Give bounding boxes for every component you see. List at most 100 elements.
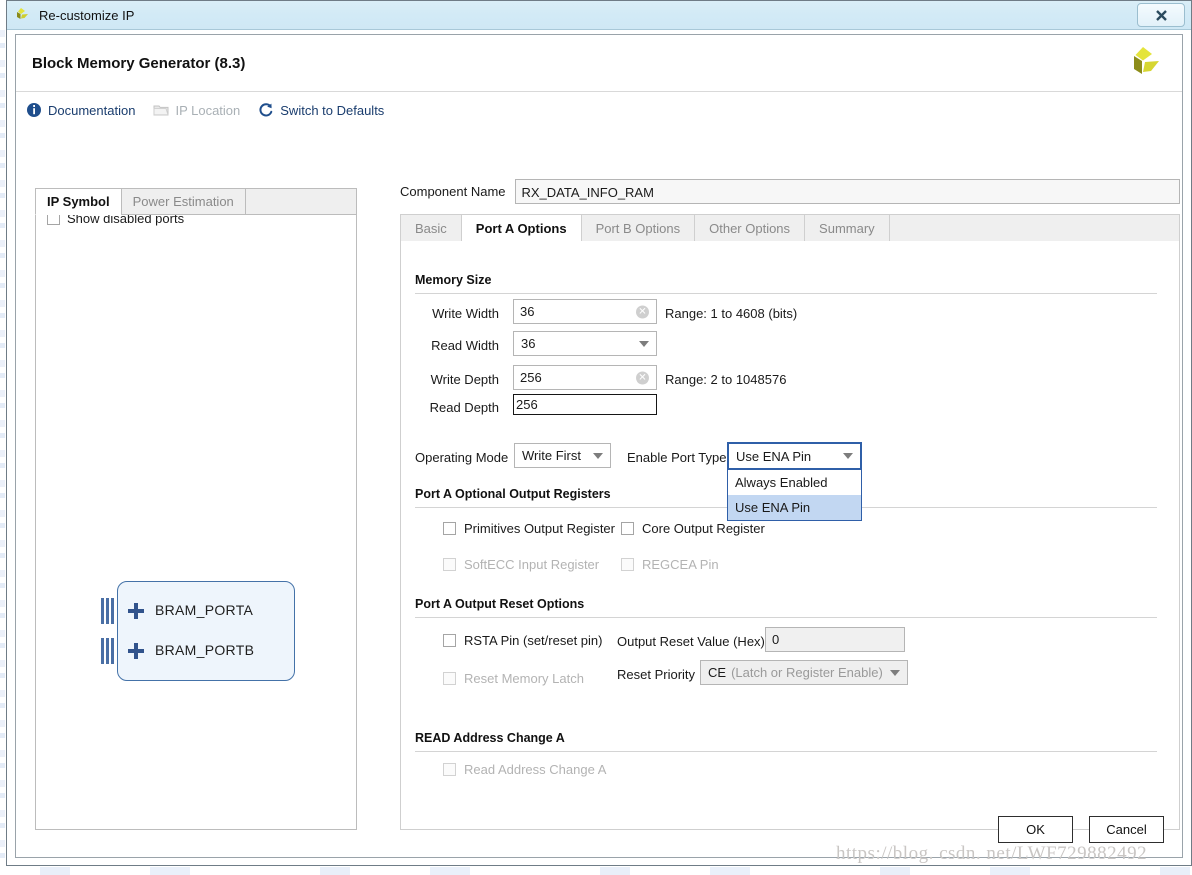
component-name-row: Component Name RX_DATA_INFO_RAM <box>400 179 1180 204</box>
cancel-button[interactable]: Cancel <box>1089 816 1164 843</box>
write-width-label: Write Width <box>432 306 499 321</box>
rsta-pin-checkbox[interactable]: RSTA Pin (set/reset pin) <box>443 633 602 648</box>
output-reset-options-heading: Port A Output Reset Options <box>415 597 585 611</box>
write-depth-value: 256 <box>520 370 542 385</box>
tab-label: Basic <box>415 220 447 236</box>
tab-basic[interactable]: Basic <box>401 215 462 241</box>
switch-to-defaults-button[interactable]: Switch to Defaults <box>258 102 384 118</box>
checkbox-label: Reset Memory Latch <box>464 671 584 686</box>
checkbox-label: RSTA Pin (set/reset pin) <box>464 633 603 648</box>
checkbox-label: Core Output Register <box>642 521 765 536</box>
write-width-value: 36 <box>520 304 535 319</box>
write-width-range: Range: 1 to 4608 (bits) <box>665 306 798 321</box>
ip-symbol-panel: Show disabled ports BRAM_PORTA BRAM_PORT… <box>35 188 357 830</box>
tab-label: Summary <box>819 220 875 236</box>
primitives-output-register-checkbox[interactable]: Primitives Output Register <box>443 521 615 536</box>
read-width-combo[interactable]: 36 <box>513 331 657 356</box>
left-tab-strip: IP Symbol Power Estimation <box>35 188 357 215</box>
read-depth-input[interactable]: 256 <box>513 394 657 415</box>
reset-priority-label: Reset Priority <box>617 667 696 682</box>
section-divider <box>415 293 1157 294</box>
port-a-options-body: Memory Size Write Width 36 ✕ Range: 1 to… <box>400 241 1180 830</box>
option-label: Always Enabled <box>735 475 828 490</box>
clear-icon[interactable]: ✕ <box>636 371 649 384</box>
dropdown-option-use-ena-pin[interactable]: Use ENA Pin <box>728 495 861 520</box>
write-depth-input[interactable]: 256 ✕ <box>513 365 657 390</box>
component-name-label: Component Name <box>400 184 506 199</box>
checkbox-box <box>443 672 456 685</box>
folder-icon <box>153 102 170 118</box>
ok-label: OK <box>1026 822 1045 837</box>
port-bus-stub-b <box>101 638 115 664</box>
output-reset-value: 0 <box>772 632 780 647</box>
option-label: Use ENA Pin <box>735 500 811 515</box>
ip-header: Block Memory Generator (8.3) <box>16 35 1182 92</box>
checkbox-label: SoftECC Input Register <box>464 557 600 572</box>
page-title: Block Memory Generator (8.3) <box>32 54 246 72</box>
softecc-input-register-checkbox: SoftECC Input Register <box>443 557 599 572</box>
reset-priority-combo[interactable]: CE (Latch or Register Enable) <box>700 660 908 685</box>
window-edge-decoration <box>0 30 5 865</box>
checkbox-box[interactable] <box>443 522 456 535</box>
plus-icon[interactable] <box>128 603 144 619</box>
re-customize-ip-window: Re-customize IP Block Memory Generator (… <box>6 0 1192 866</box>
chevron-down-icon <box>593 452 603 459</box>
tab-ip-symbol[interactable]: IP Symbol <box>35 188 121 215</box>
tab-port-a-options[interactable]: Port A Options <box>461 215 582 241</box>
read-width-value: 36 <box>521 336 536 351</box>
core-output-register-checkbox[interactable]: Core Output Register <box>621 521 765 536</box>
port-label-portb: BRAM_PORTB <box>155 642 255 658</box>
tab-summary[interactable]: Summary <box>805 215 890 241</box>
optional-output-registers-heading: Port A Optional Output Registers <box>415 487 611 501</box>
chevron-down-icon <box>639 340 649 347</box>
checkbox-box <box>621 558 634 571</box>
port-label-porta: BRAM_PORTA <box>155 602 254 618</box>
read-depth-label: Read Depth <box>429 400 499 415</box>
watermark-text: https://blog. csdn. net/LWF729882492 <box>836 843 1148 864</box>
tab-label: Port A Options <box>475 220 567 236</box>
checkbox-box[interactable] <box>443 634 456 647</box>
checkbox-box[interactable] <box>621 522 634 535</box>
read-width-label: Read Width <box>431 338 499 353</box>
tab-label: Other Options <box>709 220 791 236</box>
operating-mode-combo[interactable]: Write First <box>514 443 611 468</box>
documentation-label: Documentation <box>48 102 136 118</box>
dialog-footer: OK Cancel <box>998 816 1164 843</box>
write-width-input[interactable]: 36 ✕ <box>513 299 657 324</box>
operating-mode-value: Write First <box>522 448 581 463</box>
enable-port-type-label: Enable Port Type <box>627 450 727 465</box>
ip-location-button[interactable]: IP Location <box>153 102 240 118</box>
checkbox-label: Read Address Change A <box>464 762 607 777</box>
operating-mode-label: Operating Mode <box>415 450 509 465</box>
title-bar: Re-customize IP <box>7 1 1191 30</box>
regcea-pin-checkbox: REGCEA Pin <box>621 557 719 572</box>
checkbox-box <box>443 558 456 571</box>
output-reset-value-input[interactable]: 0 <box>765 627 905 652</box>
chevron-down-icon <box>843 453 853 459</box>
xilinx-logo-icon <box>13 7 31 23</box>
ok-button[interactable]: OK <box>998 816 1073 843</box>
documentation-button[interactable]: Documentation <box>26 102 135 118</box>
dropdown-option-always-enabled[interactable]: Always Enabled <box>728 470 861 495</box>
tab-port-b-options[interactable]: Port B Options <box>582 215 696 241</box>
dialog-content-frame: Block Memory Generator (8.3) Documentati… <box>15 34 1183 858</box>
enable-port-type-dropdown[interactable]: Always Enabled Use ENA Pin <box>727 469 862 521</box>
xilinx-logo-icon <box>1124 43 1164 83</box>
plus-icon[interactable] <box>128 643 144 659</box>
options-panel: Component Name RX_DATA_INFO_RAM Basic Po… <box>400 179 1180 830</box>
enable-port-type-combo[interactable]: Use ENA Pin <box>727 442 862 470</box>
tab-power-estimation[interactable]: Power Estimation <box>120 188 245 215</box>
tab-other-options[interactable]: Other Options <box>695 215 806 241</box>
reset-priority-value: CE <box>708 665 727 680</box>
ip-symbol-graphic: BRAM_PORTA BRAM_PORTB <box>100 581 296 681</box>
main-split: Show disabled ports BRAM_PORTA BRAM_PORT… <box>16 128 1182 857</box>
component-name-input[interactable]: RX_DATA_INFO_RAM <box>514 179 1180 204</box>
checkbox-label: Primitives Output Register <box>464 521 615 536</box>
switch-to-defaults-label: Switch to Defaults <box>280 102 385 118</box>
close-icon[interactable] <box>1137 3 1185 27</box>
clear-icon[interactable]: ✕ <box>636 305 649 318</box>
tab-label: Power Estimation <box>132 194 234 209</box>
section-divider <box>415 751 1157 752</box>
read-depth-value: 256 <box>516 397 538 412</box>
ip-location-label: IP Location <box>175 102 241 118</box>
